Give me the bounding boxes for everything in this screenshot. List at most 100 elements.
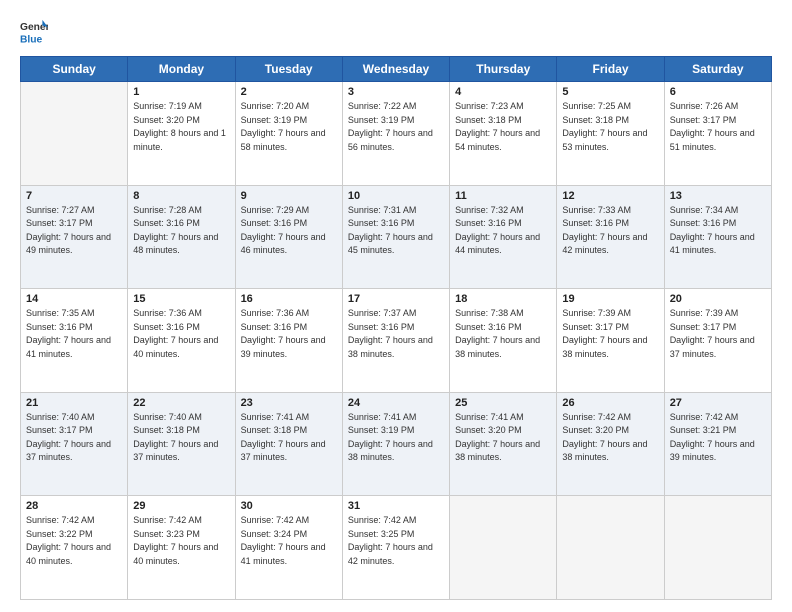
week-row-1: 1 Sunrise: 7:19 AMSunset: 3:20 PMDayligh… <box>21 82 772 186</box>
day-cell <box>21 82 128 186</box>
day-cell: 5 Sunrise: 7:25 AMSunset: 3:18 PMDayligh… <box>557 82 664 186</box>
day-number: 29 <box>133 500 229 512</box>
day-info: Sunrise: 7:36 AMSunset: 3:16 PMDaylight:… <box>133 308 218 359</box>
day-info: Sunrise: 7:29 AMSunset: 3:16 PMDaylight:… <box>241 205 326 256</box>
day-info: Sunrise: 7:22 AMSunset: 3:19 PMDaylight:… <box>348 101 433 152</box>
day-info: Sunrise: 7:35 AMSunset: 3:16 PMDaylight:… <box>26 308 111 359</box>
svg-text:Blue: Blue <box>20 34 43 45</box>
day-cell: 10 Sunrise: 7:31 AMSunset: 3:16 PMDaylig… <box>342 185 449 289</box>
week-row-3: 14 Sunrise: 7:35 AMSunset: 3:16 PMDaylig… <box>21 289 772 393</box>
day-cell <box>557 496 664 600</box>
day-number: 21 <box>26 397 122 409</box>
day-header-tuesday: Tuesday <box>235 57 342 82</box>
day-info: Sunrise: 7:28 AMSunset: 3:16 PMDaylight:… <box>133 205 218 256</box>
day-header-friday: Friday <box>557 57 664 82</box>
day-cell: 4 Sunrise: 7:23 AMSunset: 3:18 PMDayligh… <box>450 82 557 186</box>
day-cell: 15 Sunrise: 7:36 AMSunset: 3:16 PMDaylig… <box>128 289 235 393</box>
day-cell: 13 Sunrise: 7:34 AMSunset: 3:16 PMDaylig… <box>664 185 771 289</box>
logo-icon: General Blue <box>20 18 48 46</box>
day-number: 8 <box>133 190 229 202</box>
day-number: 15 <box>133 293 229 305</box>
day-info: Sunrise: 7:42 AMSunset: 3:21 PMDaylight:… <box>670 412 755 463</box>
day-cell <box>450 496 557 600</box>
day-cell: 26 Sunrise: 7:42 AMSunset: 3:20 PMDaylig… <box>557 392 664 496</box>
day-number: 24 <box>348 397 444 409</box>
day-cell: 14 Sunrise: 7:35 AMSunset: 3:16 PMDaylig… <box>21 289 128 393</box>
day-cell: 29 Sunrise: 7:42 AMSunset: 3:23 PMDaylig… <box>128 496 235 600</box>
day-info: Sunrise: 7:42 AMSunset: 3:24 PMDaylight:… <box>241 515 326 566</box>
week-row-2: 7 Sunrise: 7:27 AMSunset: 3:17 PMDayligh… <box>21 185 772 289</box>
header: General Blue <box>20 18 772 46</box>
day-cell: 27 Sunrise: 7:42 AMSunset: 3:21 PMDaylig… <box>664 392 771 496</box>
day-number: 13 <box>670 190 766 202</box>
day-header-saturday: Saturday <box>664 57 771 82</box>
day-info: Sunrise: 7:40 AMSunset: 3:17 PMDaylight:… <box>26 412 111 463</box>
day-header-monday: Monday <box>128 57 235 82</box>
day-info: Sunrise: 7:38 AMSunset: 3:16 PMDaylight:… <box>455 308 540 359</box>
day-number: 3 <box>348 86 444 98</box>
day-header-thursday: Thursday <box>450 57 557 82</box>
day-number: 27 <box>670 397 766 409</box>
day-info: Sunrise: 7:41 AMSunset: 3:20 PMDaylight:… <box>455 412 540 463</box>
calendar-page: General Blue SundayMondayTuesdayWednesda… <box>0 0 792 612</box>
day-info: Sunrise: 7:25 AMSunset: 3:18 PMDaylight:… <box>562 101 647 152</box>
day-cell: 7 Sunrise: 7:27 AMSunset: 3:17 PMDayligh… <box>21 185 128 289</box>
day-number: 5 <box>562 86 658 98</box>
day-info: Sunrise: 7:32 AMSunset: 3:16 PMDaylight:… <box>455 205 540 256</box>
day-number: 10 <box>348 190 444 202</box>
day-info: Sunrise: 7:19 AMSunset: 3:20 PMDaylight:… <box>133 101 226 152</box>
day-number: 16 <box>241 293 337 305</box>
day-info: Sunrise: 7:31 AMSunset: 3:16 PMDaylight:… <box>348 205 433 256</box>
day-number: 12 <box>562 190 658 202</box>
day-number: 22 <box>133 397 229 409</box>
day-number: 17 <box>348 293 444 305</box>
week-row-4: 21 Sunrise: 7:40 AMSunset: 3:17 PMDaylig… <box>21 392 772 496</box>
day-info: Sunrise: 7:42 AMSunset: 3:22 PMDaylight:… <box>26 515 111 566</box>
day-info: Sunrise: 7:34 AMSunset: 3:16 PMDaylight:… <box>670 205 755 256</box>
day-number: 28 <box>26 500 122 512</box>
day-cell <box>664 496 771 600</box>
day-number: 25 <box>455 397 551 409</box>
day-number: 19 <box>562 293 658 305</box>
day-number: 1 <box>133 86 229 98</box>
day-header-sunday: Sunday <box>21 57 128 82</box>
day-info: Sunrise: 7:42 AMSunset: 3:23 PMDaylight:… <box>133 515 218 566</box>
day-number: 2 <box>241 86 337 98</box>
day-cell: 6 Sunrise: 7:26 AMSunset: 3:17 PMDayligh… <box>664 82 771 186</box>
day-info: Sunrise: 7:27 AMSunset: 3:17 PMDaylight:… <box>26 205 111 256</box>
day-number: 4 <box>455 86 551 98</box>
day-info: Sunrise: 7:39 AMSunset: 3:17 PMDaylight:… <box>562 308 647 359</box>
day-info: Sunrise: 7:41 AMSunset: 3:19 PMDaylight:… <box>348 412 433 463</box>
day-info: Sunrise: 7:37 AMSunset: 3:16 PMDaylight:… <box>348 308 433 359</box>
day-cell: 12 Sunrise: 7:33 AMSunset: 3:16 PMDaylig… <box>557 185 664 289</box>
day-cell: 9 Sunrise: 7:29 AMSunset: 3:16 PMDayligh… <box>235 185 342 289</box>
day-info: Sunrise: 7:39 AMSunset: 3:17 PMDaylight:… <box>670 308 755 359</box>
day-cell: 17 Sunrise: 7:37 AMSunset: 3:16 PMDaylig… <box>342 289 449 393</box>
day-info: Sunrise: 7:36 AMSunset: 3:16 PMDaylight:… <box>241 308 326 359</box>
day-number: 18 <box>455 293 551 305</box>
day-cell: 24 Sunrise: 7:41 AMSunset: 3:19 PMDaylig… <box>342 392 449 496</box>
day-number: 7 <box>26 190 122 202</box>
day-number: 6 <box>670 86 766 98</box>
day-number: 14 <box>26 293 122 305</box>
day-info: Sunrise: 7:26 AMSunset: 3:17 PMDaylight:… <box>670 101 755 152</box>
day-number: 20 <box>670 293 766 305</box>
day-cell: 8 Sunrise: 7:28 AMSunset: 3:16 PMDayligh… <box>128 185 235 289</box>
day-cell: 25 Sunrise: 7:41 AMSunset: 3:20 PMDaylig… <box>450 392 557 496</box>
day-cell: 20 Sunrise: 7:39 AMSunset: 3:17 PMDaylig… <box>664 289 771 393</box>
day-number: 11 <box>455 190 551 202</box>
day-cell: 19 Sunrise: 7:39 AMSunset: 3:17 PMDaylig… <box>557 289 664 393</box>
day-cell: 2 Sunrise: 7:20 AMSunset: 3:19 PMDayligh… <box>235 82 342 186</box>
day-number: 26 <box>562 397 658 409</box>
day-number: 30 <box>241 500 337 512</box>
day-info: Sunrise: 7:20 AMSunset: 3:19 PMDaylight:… <box>241 101 326 152</box>
day-cell: 3 Sunrise: 7:22 AMSunset: 3:19 PMDayligh… <box>342 82 449 186</box>
day-cell: 21 Sunrise: 7:40 AMSunset: 3:17 PMDaylig… <box>21 392 128 496</box>
day-number: 31 <box>348 500 444 512</box>
day-header-wednesday: Wednesday <box>342 57 449 82</box>
day-info: Sunrise: 7:33 AMSunset: 3:16 PMDaylight:… <box>562 205 647 256</box>
days-header-row: SundayMondayTuesdayWednesdayThursdayFrid… <box>21 57 772 82</box>
day-info: Sunrise: 7:40 AMSunset: 3:18 PMDaylight:… <box>133 412 218 463</box>
day-cell: 1 Sunrise: 7:19 AMSunset: 3:20 PMDayligh… <box>128 82 235 186</box>
day-cell: 16 Sunrise: 7:36 AMSunset: 3:16 PMDaylig… <box>235 289 342 393</box>
